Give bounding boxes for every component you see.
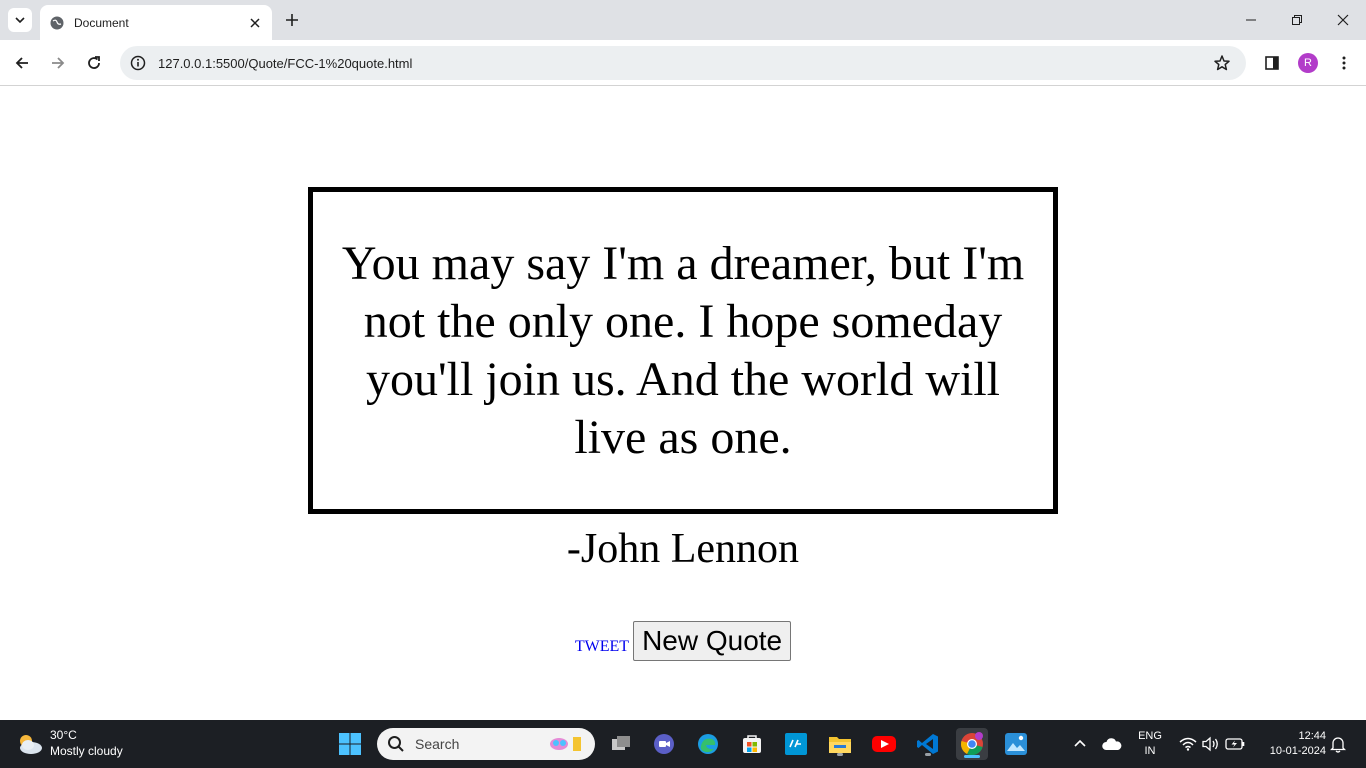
weather-temperature[interactable]: 30°C [50, 728, 77, 742]
file-explorer-icon[interactable] [826, 730, 854, 758]
close-icon [1337, 14, 1349, 26]
battery-charging-icon[interactable] [1225, 734, 1245, 754]
tab-search-button[interactable] [8, 8, 32, 32]
photos-app-icon[interactable] [1002, 730, 1030, 758]
tab-document[interactable]: Document [40, 5, 272, 40]
clock-time: 12:44 [1298, 730, 1326, 742]
system-clock[interactable]: 12:44 10-01-2024 [1258, 729, 1326, 759]
more-vertical-icon [1342, 56, 1346, 70]
language-line1: ENG [1138, 730, 1162, 742]
language-indicator[interactable]: ENG IN [1136, 729, 1164, 759]
close-tab-icon[interactable] [246, 14, 264, 32]
side-panel-icon [1265, 56, 1279, 70]
tab-title: Document [74, 15, 129, 30]
microsoft-store-icon[interactable] [738, 730, 766, 758]
taskbar: 30°C Mostly cloudy Search ENG IN 12:44 1… [0, 720, 1366, 768]
tweet-link[interactable]: TWEET [575, 638, 629, 656]
task-view-icon[interactable] [607, 730, 635, 758]
language-line2: IN [1144, 745, 1156, 757]
chevron-up-icon[interactable] [1070, 734, 1090, 754]
quote-author: -John Lennon [566, 526, 800, 572]
url-text[interactable]: 127.0.0.1:5500/Quote/FCC-1%20quote.html [158, 56, 1212, 71]
search-highlight-icon [545, 732, 589, 756]
forward-button[interactable] [46, 51, 70, 75]
wifi-icon[interactable] [1178, 734, 1198, 754]
quote-box: You may say I'm a dreamer, but I'm not t… [308, 187, 1058, 514]
info-icon[interactable] [130, 55, 146, 71]
arrow-right-icon [52, 57, 65, 69]
quote-text: You may say I'm a dreamer, but I'm not t… [341, 236, 1025, 464]
reload-button[interactable] [82, 51, 106, 75]
edge-browser-icon[interactable] [694, 730, 722, 758]
restore-button[interactable] [1274, 0, 1320, 40]
weather-condition[interactable]: Mostly cloudy [50, 744, 123, 758]
address-bar[interactable]: 127.0.0.1:5500/Quote/FCC-1%20quote.html [120, 46, 1246, 80]
browser-menu-button[interactable] [1332, 51, 1356, 75]
back-button[interactable] [10, 51, 34, 75]
chevron-down-icon [15, 17, 25, 24]
youtube-icon[interactable] [870, 730, 898, 758]
new-tab-button[interactable] [281, 9, 303, 31]
taskbar-search-label: Search [415, 736, 460, 752]
clock-date: 10-01-2024 [1269, 745, 1326, 757]
chrome-icon[interactable] [956, 728, 988, 760]
tab-strip: Document [0, 0, 1366, 40]
close-window-button[interactable] [1320, 0, 1366, 40]
restore-icon [1292, 15, 1302, 25]
plus-icon [286, 14, 298, 26]
quote-actions: TWEET New Quote [0, 621, 1366, 661]
minimize-icon [1246, 19, 1256, 21]
reload-icon [88, 56, 100, 69]
taskbar-search[interactable]: Search [377, 728, 595, 760]
arrow-left-icon [15, 57, 28, 69]
browser-toolbar: 127.0.0.1:5500/Quote/FCC-1%20quote.html [0, 40, 1366, 86]
side-panel-button[interactable] [1260, 51, 1284, 75]
bookmark-star-icon[interactable] [1212, 53, 1232, 73]
windows-start-icon[interactable] [338, 732, 362, 756]
minimize-button[interactable] [1228, 0, 1274, 40]
weather-cloud-icon[interactable] [16, 732, 44, 756]
page-content: You may say I'm a dreamer, but I'm not t… [0, 87, 1366, 720]
globe-icon [50, 16, 64, 30]
profile-avatar[interactable]: R [1298, 53, 1318, 73]
notification-bell-icon[interactable] [1328, 734, 1348, 754]
teams-chat-icon[interactable] [650, 730, 678, 758]
vscode-icon[interactable] [914, 730, 942, 758]
myhp-icon[interactable] [782, 730, 810, 758]
onedrive-cloud-icon[interactable] [1102, 734, 1122, 754]
search-icon [387, 735, 405, 753]
volume-icon[interactable] [1201, 734, 1221, 754]
new-quote-button[interactable]: New Quote [633, 621, 792, 661]
